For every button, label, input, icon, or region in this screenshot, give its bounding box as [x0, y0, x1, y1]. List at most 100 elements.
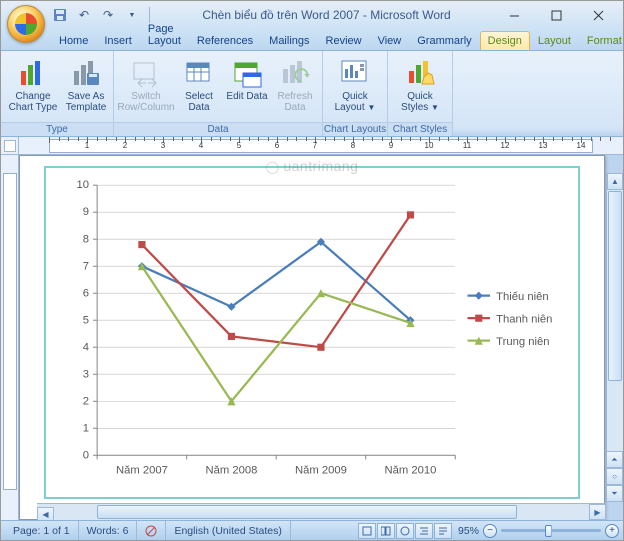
svg-text:4: 4 — [83, 341, 89, 353]
group-type: Change Chart Type Save As Template Type — [1, 51, 114, 136]
svg-text:Thanh niên: Thanh niên — [496, 313, 552, 325]
scroll-left-button[interactable]: ◀ — [37, 507, 54, 521]
chart-canvas: 0 1 2 3 4 5 6 7 8 9 10 Năm 2007 Năm 2008 Năm 2009 Năm … — [46, 168, 578, 497]
refresh-icon — [279, 57, 311, 89]
language-indicator[interactable]: English (United States) — [166, 521, 290, 540]
maximize-button[interactable] — [543, 5, 569, 25]
outline-view-button[interactable] — [415, 523, 433, 539]
svg-text:2: 2 — [83, 395, 89, 407]
draft-view-button[interactable] — [434, 523, 452, 539]
titlebar: ↶ ↷ ▼ Chèn biểu đồ trên Word 2007 - Micr… — [1, 1, 623, 29]
svg-text:9: 9 — [83, 206, 89, 218]
scroll-up-button[interactable]: ▲ — [607, 173, 623, 190]
tab-view[interactable]: View — [370, 31, 410, 50]
qat-dropdown-icon[interactable]: ▼ — [123, 6, 141, 24]
quick-styles-icon — [404, 57, 436, 89]
print-layout-view-button[interactable] — [358, 523, 376, 539]
redo-icon[interactable]: ↷ — [99, 6, 117, 24]
tab-format[interactable]: Format — [579, 31, 624, 50]
svg-text:0: 0 — [83, 449, 89, 461]
svg-text:Năm 2010: Năm 2010 — [385, 465, 437, 477]
svg-text:1: 1 — [83, 422, 89, 434]
tab-insert[interactable]: Insert — [96, 31, 140, 50]
window-title: Chèn biểu đồ trên Word 2007 - Microsoft … — [152, 8, 501, 22]
group-chart-layouts: Quick Layout ▼ Chart Layouts — [323, 51, 388, 136]
quick-layout-button[interactable]: Quick Layout ▼ — [327, 55, 383, 115]
quick-layout-icon — [339, 57, 371, 89]
chevron-down-icon: ▼ — [431, 103, 439, 112]
template-icon — [70, 57, 102, 89]
tab-design[interactable]: Design — [480, 31, 530, 50]
close-button[interactable] — [585, 5, 611, 25]
edit-data-icon — [231, 57, 263, 89]
minimize-button[interactable] — [501, 5, 527, 25]
save-as-template-button[interactable]: Save As Template — [63, 55, 109, 115]
group-label-chartstyles: Chart Styles — [388, 122, 452, 136]
chevron-down-icon: ▼ — [367, 103, 375, 112]
group-chart-styles: Quick Styles ▼ Chart Styles — [388, 51, 453, 136]
refresh-data-button: Refresh Data — [272, 55, 318, 115]
save-icon[interactable] — [51, 6, 69, 24]
office-button[interactable] — [7, 5, 45, 43]
browse-object-button[interactable]: ○ — [606, 468, 623, 485]
quick-access-toolbar: ↶ ↷ ▼ — [51, 1, 152, 29]
proofing-icon[interactable] — [137, 521, 166, 540]
switch-icon — [130, 57, 162, 89]
ruler-toggle[interactable] — [1, 137, 19, 155]
horizontal-ruler[interactable]: 1234567891011121314 — [19, 137, 623, 155]
zoom-slider[interactable] — [501, 529, 601, 532]
chart-object[interactable]: 0 1 2 3 4 5 6 7 8 9 10 Năm 2007 Năm 2008 Năm 2009 Năm … — [44, 166, 580, 499]
group-label-chartlayouts: Chart Layouts — [323, 122, 387, 136]
select-data-icon — [183, 57, 215, 89]
change-chart-type-button[interactable]: Change Chart Type — [5, 55, 61, 115]
vertical-scroll-thumb[interactable] — [608, 191, 622, 381]
tab-references[interactable]: References — [189, 31, 261, 50]
svg-text:Năm 2007: Năm 2007 — [116, 465, 168, 477]
svg-text:8: 8 — [83, 233, 89, 245]
prev-page-button[interactable]: ⏶ — [606, 451, 623, 468]
tab-mailings[interactable]: Mailings — [261, 31, 317, 50]
tab-grammarly[interactable]: Grammarly — [409, 31, 479, 50]
scroll-right-button[interactable]: ▶ — [589, 504, 606, 520]
zoom-out-button[interactable]: − — [483, 524, 497, 538]
zoom-slider-thumb[interactable] — [545, 525, 552, 537]
ribbon-tabs: Home Insert Page Layout References Maili… — [1, 29, 623, 51]
switch-row-column-button: Switch Row/Column — [118, 55, 174, 115]
svg-text:7: 7 — [83, 260, 89, 272]
svg-text:Trung niên: Trung niên — [496, 336, 549, 348]
word-count[interactable]: Words: 6 — [79, 521, 138, 540]
chart-type-icon — [17, 57, 49, 89]
view-buttons — [358, 523, 452, 539]
fullscreen-reading-view-button[interactable] — [377, 523, 395, 539]
ribbon: Change Chart Type Save As Template Type … — [1, 51, 623, 137]
select-data-button[interactable]: Select Data — [176, 55, 222, 115]
svg-text:6: 6 — [83, 287, 89, 299]
svg-text:5: 5 — [83, 314, 89, 326]
document-area: 1234567891011121314 uantrimang 012345678… — [1, 137, 623, 520]
tab-pagelayout[interactable]: Page Layout — [140, 19, 189, 50]
edit-data-button[interactable]: Edit Data — [224, 55, 270, 104]
web-layout-view-button[interactable] — [396, 523, 414, 539]
document-page[interactable]: uantrimang 012345678910Năm 2007Năm 2008N… — [19, 155, 605, 520]
zoom-level[interactable]: 95% — [458, 525, 479, 537]
tab-home[interactable]: Home — [51, 31, 96, 50]
svg-text:10: 10 — [76, 179, 89, 191]
page-indicator[interactable]: Page: 1 of 1 — [5, 521, 79, 540]
horizontal-scroll-thumb[interactable] — [97, 505, 517, 519]
svg-text:Thiếu niên: Thiếu niên — [496, 291, 549, 303]
next-page-button[interactable]: ⏷ — [606, 485, 623, 502]
group-label-data: Data — [114, 122, 322, 136]
svg-text:3: 3 — [83, 368, 89, 380]
svg-text:Năm 2009: Năm 2009 — [295, 465, 347, 477]
zoom-in-button[interactable]: + — [605, 524, 619, 538]
vertical-ruler[interactable] — [1, 155, 19, 520]
horizontal-scrollbar[interactable]: ◀ ▶ — [37, 503, 606, 520]
tab-layout[interactable]: Layout — [530, 31, 579, 50]
svg-text:Năm 2008: Năm 2008 — [205, 465, 257, 477]
status-bar: Page: 1 of 1 Words: 6 English (United St… — [1, 520, 623, 540]
group-data: Switch Row/Column Select Data Edit Data … — [114, 51, 323, 136]
undo-icon[interactable]: ↶ — [75, 6, 93, 24]
quick-styles-button[interactable]: Quick Styles ▼ — [392, 55, 448, 115]
group-label-type: Type — [1, 122, 113, 136]
tab-review[interactable]: Review — [318, 31, 370, 50]
